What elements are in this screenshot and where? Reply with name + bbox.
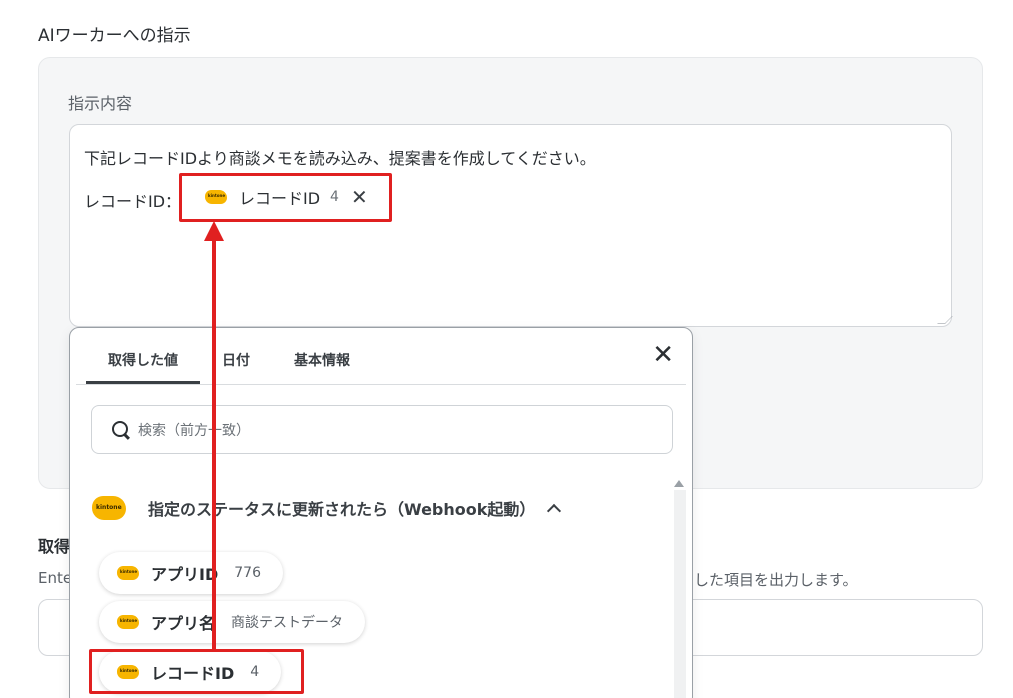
output-section-label: 取得: [38, 537, 71, 556]
annotation-arrow-line: [212, 236, 216, 650]
kintone-icon: kintone: [205, 190, 227, 204]
instruction-line1: 下記レコードIDより商談メモを読み込み、提案書を作成してください。: [84, 149, 596, 168]
value-item-record-id[interactable]: kintone レコードID 4: [99, 651, 282, 693]
search-icon: [112, 420, 130, 439]
instruction-label: 指示内容: [68, 94, 133, 113]
search-placeholder: 検索（前方一致）: [138, 422, 250, 439]
tab-date[interactable]: 日付: [200, 328, 272, 384]
item-value: 商談テストデータ: [231, 615, 344, 631]
scroll-up-arrow-icon[interactable]: [674, 480, 684, 487]
tab-basic-info[interactable]: 基本情報: [272, 328, 372, 384]
chevron-up-icon[interactable]: [547, 503, 562, 518]
tab-divider: [76, 384, 686, 385]
value-item-app-id[interactable]: kintone アプリID 776: [99, 552, 283, 594]
tab-acquired-values[interactable]: 取得した値: [86, 328, 200, 384]
annotation-arrow-head: [204, 221, 224, 241]
chip-close-icon[interactable]: ✕: [351, 187, 368, 207]
group-title: 指定のステータスに更新されたら（Webhook起動）: [148, 500, 536, 519]
record-id-label: レコードID：: [84, 192, 182, 211]
close-icon[interactable]: ✕: [652, 342, 674, 368]
item-value: 4: [250, 664, 260, 680]
picker-tabs: 取得した値 日付 基本情報: [86, 328, 372, 384]
section-title: AIワーカーへの指示: [38, 26, 191, 46]
item-name: レコードID: [151, 664, 235, 683]
item-name: アプリID: [151, 565, 219, 584]
output-description-right: した項目を出力します。: [694, 571, 858, 589]
kintone-icon: kintone: [117, 665, 139, 679]
record-id-variable-chip[interactable]: kintone レコードID 4 ✕: [191, 180, 378, 214]
kintone-icon: kintone: [117, 566, 139, 580]
chip-label: レコードID: [239, 189, 321, 208]
value-item-app-name[interactable]: kintone アプリ名 商談テストデータ: [99, 601, 366, 643]
item-name: アプリ名: [151, 614, 216, 633]
chip-count: 4: [330, 189, 339, 205]
scrollbar[interactable]: [674, 490, 686, 698]
variable-picker-popup: 取得した値 日付 基本情報 ✕ 検索（前方一致） kintone 指定のステータ…: [69, 327, 693, 698]
item-value: 776: [234, 565, 261, 581]
instruction-textarea[interactable]: 下記レコードIDより商談メモを読み込み、提案書を作成してください。 レコードID…: [69, 124, 953, 327]
search-input[interactable]: 検索（前方一致）: [91, 405, 673, 454]
kintone-icon: kintone: [117, 615, 139, 629]
output-description-left: Ente: [38, 569, 73, 587]
trigger-group-header[interactable]: kintone 指定のステータスに更新されたら（Webhook起動）: [92, 496, 562, 520]
kintone-icon: kintone: [92, 496, 126, 520]
